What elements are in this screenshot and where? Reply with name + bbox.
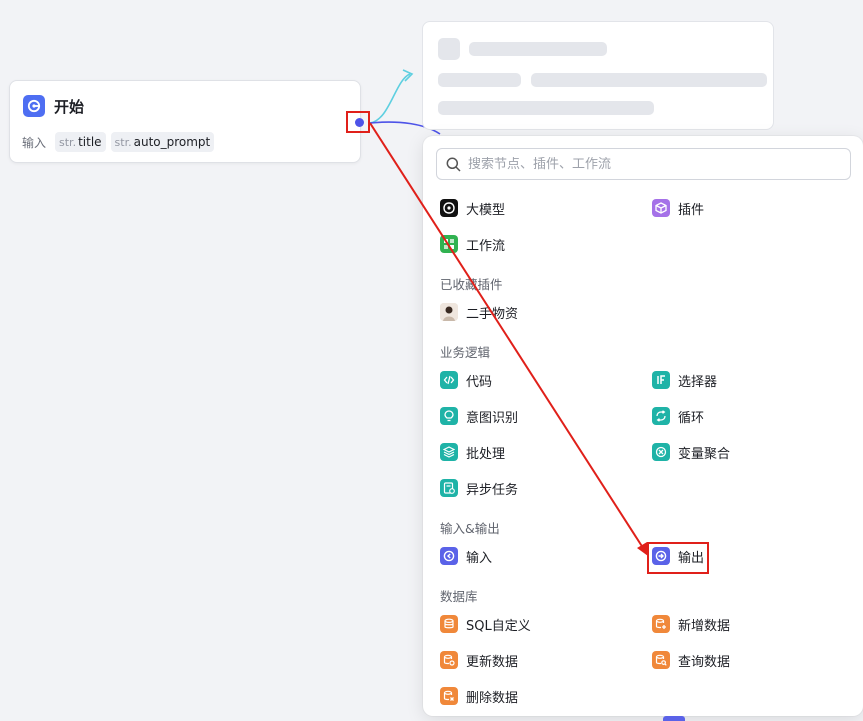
start-icon [23,95,45,117]
node-item-batch[interactable]: 批处理 [440,440,505,464]
db-delete-icon [440,687,458,705]
hidden-node-icon [663,716,685,721]
node-item-code[interactable]: 代码 [440,368,492,392]
db-update-icon [440,651,458,669]
section-title-io: 输入&输出 [440,521,500,536]
node-item-label: 大模型 [466,202,506,218]
node-item-label: 意图识别 [466,410,519,426]
llm-icon [440,199,458,217]
node-item-workflow[interactable]: 工作流 [440,232,505,256]
skeleton-icon [438,38,460,60]
node-item-db-update[interactable]: 更新数据 [440,648,518,672]
input-icon [440,547,458,565]
node-item-intent[interactable]: 意图识别 [440,404,518,428]
node-item-label: 输入 [466,550,493,566]
node-item-label: 循环 [678,410,705,426]
param-type: str. [59,135,77,149]
node-item-label: 批处理 [466,446,506,462]
skeleton-line [438,101,654,115]
start-node-header: 开始 [23,95,84,117]
workflow-icon [440,235,458,253]
section-title-database: 数据库 [440,589,478,604]
variable-merge-icon [652,443,670,461]
code-icon [440,371,458,389]
param-chip-auto-prompt: str. auto_prompt [110,132,215,152]
section-title-business-logic: 业务逻辑 [440,345,491,360]
node-item-llm[interactable]: 大模型 [440,196,505,220]
node-item-loop[interactable]: 循环 [652,404,704,428]
node-item-db-delete[interactable]: 删除数据 [440,684,518,708]
node-item-label: 变量聚合 [678,446,731,462]
db-query-icon [652,651,670,669]
start-node[interactable]: 开始 输入 str. title str. auto_prompt [9,80,361,163]
param-name: title [78,135,102,149]
start-node-title: 开始 [54,97,85,116]
node-item-label: 代码 [466,374,493,390]
node-item-async-task[interactable]: 异步任务 [440,476,518,500]
node-item-variable-merge[interactable]: 变量聚合 [652,440,730,464]
node-item-label: 二手物资 [466,306,519,322]
node-item-db-query[interactable]: 查询数据 [652,648,730,672]
highlight-box-port [346,111,370,133]
loop-icon [652,407,670,425]
node-item-label: 删除数据 [466,690,519,706]
node-item-sql[interactable]: SQL自定义 [440,612,531,636]
node-item-input[interactable]: 输入 [440,544,492,568]
node-item-label: 异步任务 [466,482,519,498]
node-search-box[interactable] [436,148,851,180]
batch-layers-icon [440,443,458,461]
search-icon [446,157,461,172]
node-item-plugin[interactable]: 插件 [652,196,704,220]
node-item-second-hand[interactable]: 二手物资 [440,300,518,324]
async-task-icon [440,479,458,497]
node-item-label: 更新数据 [466,654,519,670]
skeleton-title [469,42,607,56]
node-item-label: 选择器 [678,374,718,390]
param-chip-title: str. title [55,132,106,152]
node-item-label: 新增数据 [678,618,731,634]
node-item-db-add[interactable]: 新增数据 [652,612,730,636]
sql-db-icon [440,615,458,633]
node-search-input[interactable] [468,156,828,172]
node-item-label: SQL自定义 [466,618,531,634]
if-selector-icon [652,371,670,389]
skeleton-line [438,73,521,87]
loading-node-placeholder [422,21,774,130]
db-add-icon [652,615,670,633]
param-type: str. [114,135,132,149]
add-node-panel: 大模型 插件 工作流 已收藏插件 二手物资 业务逻辑 代码 选择器 [423,136,863,716]
node-item-label: 查询数据 [678,654,731,670]
avatar-thumbnail-icon [440,303,458,321]
node-item-selector[interactable]: 选择器 [652,368,717,392]
start-node-inputs: 输入 str. title str. auto_prompt [22,132,219,152]
intent-bulb-icon [440,407,458,425]
section-title-favorites: 已收藏插件 [440,277,503,292]
node-item-label: 工作流 [466,238,506,254]
skeleton-line [531,73,767,87]
node-item-label: 插件 [678,202,705,218]
inputs-label: 输入 [22,135,47,150]
highlight-box-output [647,542,709,574]
param-name: auto_prompt [133,135,211,149]
plugin-cube-icon [652,199,670,217]
